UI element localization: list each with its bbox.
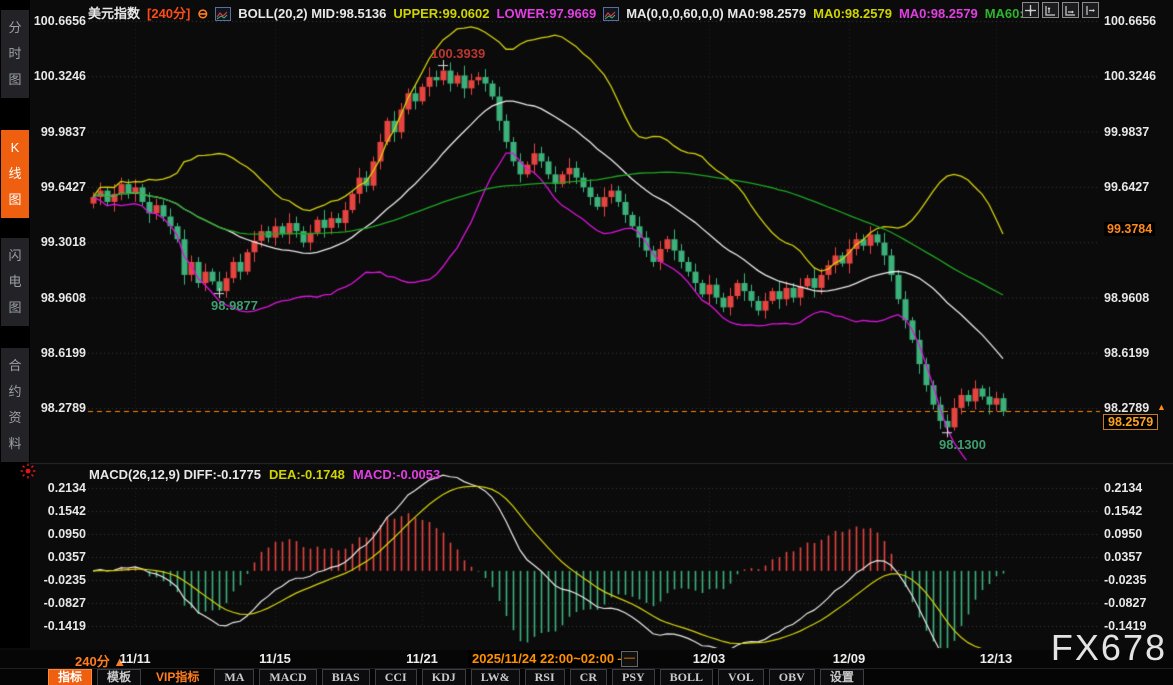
- main-y-label-left: 98.6199: [30, 346, 86, 360]
- sidebar-tab-3[interactable]: 闪电图: [1, 238, 29, 326]
- shift-right-icon[interactable]: [1082, 2, 1099, 18]
- macd-legend: MACD(26,12,9) DIFF:-0.1775 DEA:-0.1748 MAC…: [89, 467, 448, 482]
- macd-y-label-right: 0.0950: [1104, 527, 1170, 541]
- sidebar-tab-2[interactable]: K线图: [1, 130, 29, 218]
- time-tick: 12/09: [833, 651, 866, 666]
- left-sidebar: 分时图 K线图闪电图合约资料: [0, 0, 30, 648]
- main-y-label-left: 98.9608: [30, 291, 86, 305]
- main-y-label-right: 99.9837: [1104, 125, 1170, 139]
- macd-y-label-left: -0.0235: [30, 573, 86, 587]
- main-chart-legend: 美元指数 [240分] ⊖ BOLL(20,2) MID:98.5136 UPPER:9…: [88, 3, 1038, 22]
- main-y-label-left: 99.6427: [30, 180, 86, 194]
- watermark: FX678: [1051, 627, 1167, 669]
- toolbar-button-6[interactable]: BIAS: [322, 669, 370, 685]
- legend-text: 美元指数: [88, 6, 140, 21]
- toolbar-button-1[interactable]: 指标: [48, 669, 92, 685]
- main-y-label-right: 98.6199: [1104, 346, 1170, 360]
- live-indicator-icon: [20, 463, 36, 484]
- ma-chart-icon[interactable]: [603, 7, 619, 21]
- legend-text: UPPER:99.0602: [393, 6, 489, 21]
- time-axis-handle[interactable]: —: [621, 651, 638, 667]
- legend-text: LOWER:97.9669: [497, 6, 597, 21]
- toolbar-button-12[interactable]: PSY: [612, 669, 655, 685]
- scale-y-icon[interactable]: [1042, 2, 1059, 18]
- high-annotation: 100.3939: [431, 46, 485, 61]
- main-y-label-right: 98.9608: [1104, 291, 1170, 305]
- macd-y-label-right: 0.1542: [1104, 504, 1170, 518]
- macd-y-label-left: 0.0950: [30, 527, 86, 541]
- macd-y-label-right: -0.0827: [1104, 596, 1170, 610]
- legend-text: DEA:-0.1748: [269, 467, 345, 482]
- toolbar-button-10[interactable]: RSI: [525, 669, 565, 685]
- chart-toolbar-icons: [1022, 2, 1099, 18]
- toolbar-button-14[interactable]: VOL: [718, 669, 764, 685]
- macd-y-label-right: 0.0357: [1104, 550, 1170, 564]
- toolbar-button-5[interactable]: MACD: [259, 669, 316, 685]
- toolbar-button-2[interactable]: 模板: [97, 669, 141, 685]
- price-macd-canvas[interactable]: [30, 0, 1173, 650]
- low-annotation: 98.1300: [939, 437, 986, 452]
- low-annotation: 98.9877: [211, 298, 258, 313]
- toolbar-button-16[interactable]: 设置: [820, 669, 864, 685]
- time-tick: 11/21: [406, 651, 438, 666]
- main-y-label-left: 98.2789: [30, 401, 86, 415]
- legend-text: MACD:-0.0053: [353, 467, 440, 482]
- time-tick: 11/11: [119, 651, 150, 666]
- toolbar-button-15[interactable]: OBV: [769, 669, 815, 685]
- collapse-icon[interactable]: ⊖: [197, 6, 208, 21]
- macd-y-label-left: 0.1542: [30, 504, 86, 518]
- upper-band-value-badge: 99.3784: [1104, 222, 1155, 236]
- time-tick: 11/15: [259, 651, 291, 666]
- legend-text: MA0:98.2579: [899, 6, 978, 21]
- toolbar-button-4[interactable]: MA: [214, 669, 254, 685]
- main-y-label-left: 100.6656: [30, 14, 86, 28]
- chart-application: 分时图 K线图闪电图合约资料 美元指数 [240分] ⊖ BOLL(20,2) MID:…: [0, 0, 1173, 685]
- time-tick: 12/13: [980, 651, 1013, 666]
- macd-y-label-right: -0.0235: [1104, 573, 1170, 587]
- crosshair-date-tooltip: 2025/11/24 22:00~02:00 —: [468, 650, 635, 667]
- toolbar-button-11[interactable]: CR: [570, 669, 607, 685]
- scale-x-icon[interactable]: [1062, 2, 1079, 18]
- main-y-label-right: 100.3246: [1104, 69, 1170, 83]
- sidebar-tab-4[interactable]: 合约资料: [1, 348, 29, 462]
- pan-icon[interactable]: [1022, 2, 1039, 18]
- macd-y-label-left: 0.2134: [30, 481, 86, 495]
- macd-y-label-left: 0.0357: [30, 550, 86, 564]
- macd-y-label-left: -0.0827: [30, 596, 86, 610]
- boll-chart-icon[interactable]: [215, 7, 231, 21]
- toolbar-button-7[interactable]: CCI: [375, 669, 417, 685]
- legend-text: MA(0,0,0,60,0,0) MA0:98.2579: [626, 6, 806, 21]
- toolbar-button-9[interactable]: LW&: [471, 669, 520, 685]
- legend-text: MA0:98.2579: [813, 6, 892, 21]
- legend-text: MACD(26,12,9) DIFF:-0.1775: [89, 467, 261, 482]
- time-axis: 240分 ▲ 11/1111/1511/2112/0312/0912/13 20…: [0, 650, 1173, 668]
- main-y-label-left: 99.9837: [30, 125, 86, 139]
- toolbar-button-8[interactable]: KDJ: [422, 669, 466, 685]
- main-y-label-left: 99.3018: [30, 235, 86, 249]
- main-y-label-right: 99.6427: [1104, 180, 1170, 194]
- price-up-arrow-icon: ▲: [1157, 402, 1166, 412]
- sidebar-tab-1[interactable]: 分时图: [1, 10, 29, 98]
- main-y-label-right: 100.6656: [1104, 14, 1170, 28]
- macd-y-label-right: 0.2134: [1104, 481, 1170, 495]
- last-price-badge: 98.2579: [1103, 414, 1158, 430]
- time-tick: 12/03: [693, 651, 726, 666]
- indicator-toolbar: 指标模板 VIP指标 MA MACD BIAS CCI KDJ LW&RSI CR PSY BOLL…: [0, 668, 1173, 685]
- legend-text: BOLL(20,2) MID:98.5136: [238, 6, 386, 21]
- macd-y-label-left: -0.1419: [30, 619, 86, 633]
- legend-text: [240分]: [147, 6, 190, 21]
- toolbar-button-13[interactable]: BOLL: [660, 669, 713, 685]
- toolbar-button-3[interactable]: VIP指标: [146, 669, 209, 685]
- main-y-label-left: 100.3246: [30, 69, 86, 83]
